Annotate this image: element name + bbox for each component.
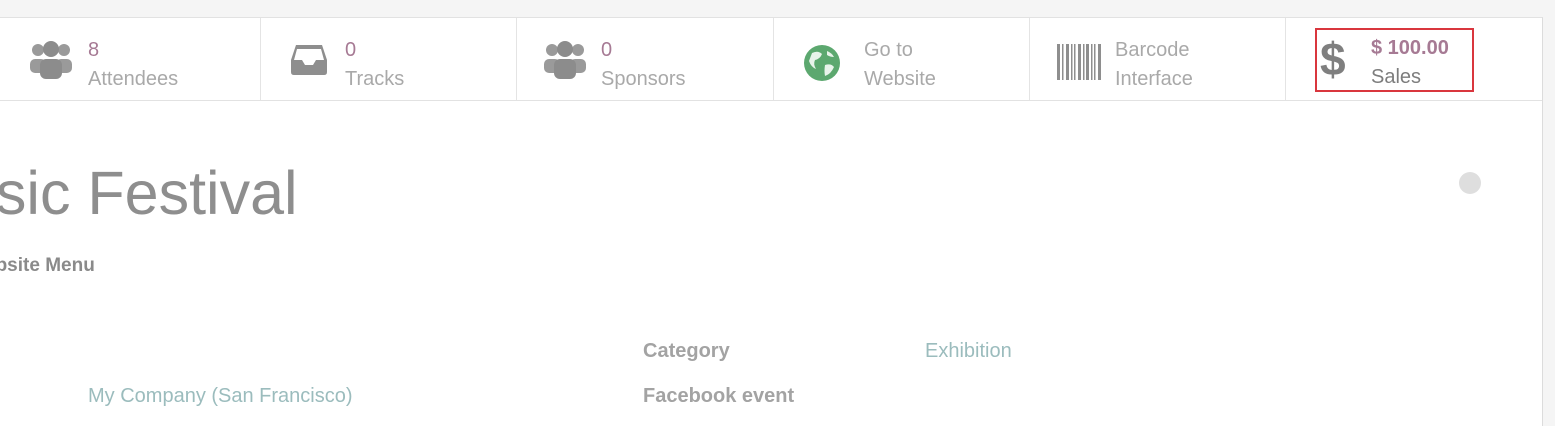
status-indicator[interactable] bbox=[1459, 172, 1481, 194]
category-label: Category bbox=[643, 340, 730, 362]
company-value-link[interactable]: My Company (San Francisco) bbox=[88, 385, 353, 408]
tracks-button[interactable]: 0 Tracks bbox=[260, 18, 516, 100]
dollar-icon: $ bbox=[1320, 33, 1346, 85]
sales-amount: $ 100.00 bbox=[1371, 37, 1449, 59]
sponsors-button[interactable]: 0 Sponsors bbox=[516, 18, 773, 100]
go-to-website-button[interactable]: Go to Website bbox=[773, 18, 1029, 100]
users-icon bbox=[542, 40, 588, 87]
attendees-count: 8 bbox=[88, 39, 100, 61]
facebook-event-label: Facebook event bbox=[643, 385, 795, 407]
attendees-label: Attendees bbox=[88, 68, 179, 90]
smart-button-box: 8 Attendees 0 Tracks 0 Sponsors Go to We… bbox=[0, 18, 1542, 101]
globe-icon bbox=[803, 44, 841, 87]
event-title: usic Festival bbox=[0, 159, 298, 227]
barcode-label-line2: Interface bbox=[1115, 68, 1193, 90]
website-menu-label: ebsite Menu bbox=[0, 255, 95, 276]
website-label-line2: Website bbox=[864, 68, 936, 90]
sponsors-label: Sponsors bbox=[601, 68, 686, 90]
sales-label: Sales bbox=[1371, 66, 1422, 88]
tracks-label: Tracks bbox=[345, 68, 405, 90]
barcode-icon bbox=[1057, 44, 1101, 85]
website-label-line1: Go to bbox=[864, 39, 913, 61]
category-value-link[interactable]: Exhibition bbox=[925, 340, 1012, 363]
form-sheet: 8 Attendees 0 Tracks 0 Sponsors Go to We… bbox=[0, 17, 1543, 426]
barcode-interface-button[interactable]: Barcode Interface bbox=[1029, 18, 1285, 100]
tracks-count: 0 bbox=[345, 39, 357, 61]
barcode-label-line1: Barcode bbox=[1115, 39, 1190, 61]
sponsors-count: 0 bbox=[601, 39, 613, 61]
inbox-icon bbox=[290, 40, 328, 83]
sales-button[interactable]: $ $ 100.00 Sales bbox=[1285, 18, 1542, 100]
attendees-button[interactable]: 8 Attendees bbox=[0, 18, 260, 100]
users-icon bbox=[28, 40, 74, 87]
